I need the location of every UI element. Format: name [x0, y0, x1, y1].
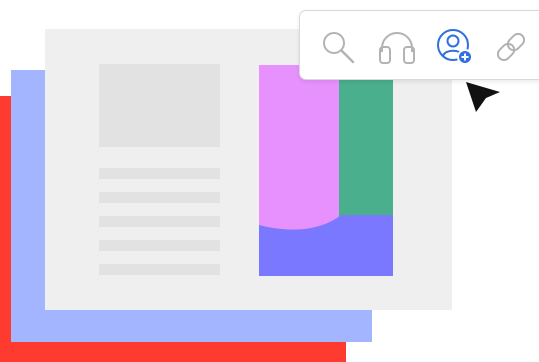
headset-button[interactable]	[377, 27, 417, 67]
image-placeholder	[99, 64, 220, 147]
add-user-button[interactable]	[435, 27, 475, 67]
text-line-placeholder	[99, 216, 220, 227]
graphic-green-block	[339, 65, 393, 217]
search-icon	[323, 32, 355, 64]
arrow-pointer-icon	[466, 82, 500, 112]
link-icon	[496, 32, 526, 62]
text-line-placeholder	[99, 168, 220, 179]
link-button[interactable]	[491, 27, 531, 67]
text-line-placeholder	[99, 240, 220, 251]
text-line-placeholder	[99, 264, 220, 275]
add-user-icon	[437, 29, 473, 65]
document-graphic	[259, 65, 393, 276]
search-button[interactable]	[318, 27, 358, 67]
headset-icon	[379, 32, 415, 64]
text-line-placeholder	[99, 192, 220, 203]
floating-toolbar	[299, 10, 539, 80]
illustration-stage	[0, 0, 539, 362]
